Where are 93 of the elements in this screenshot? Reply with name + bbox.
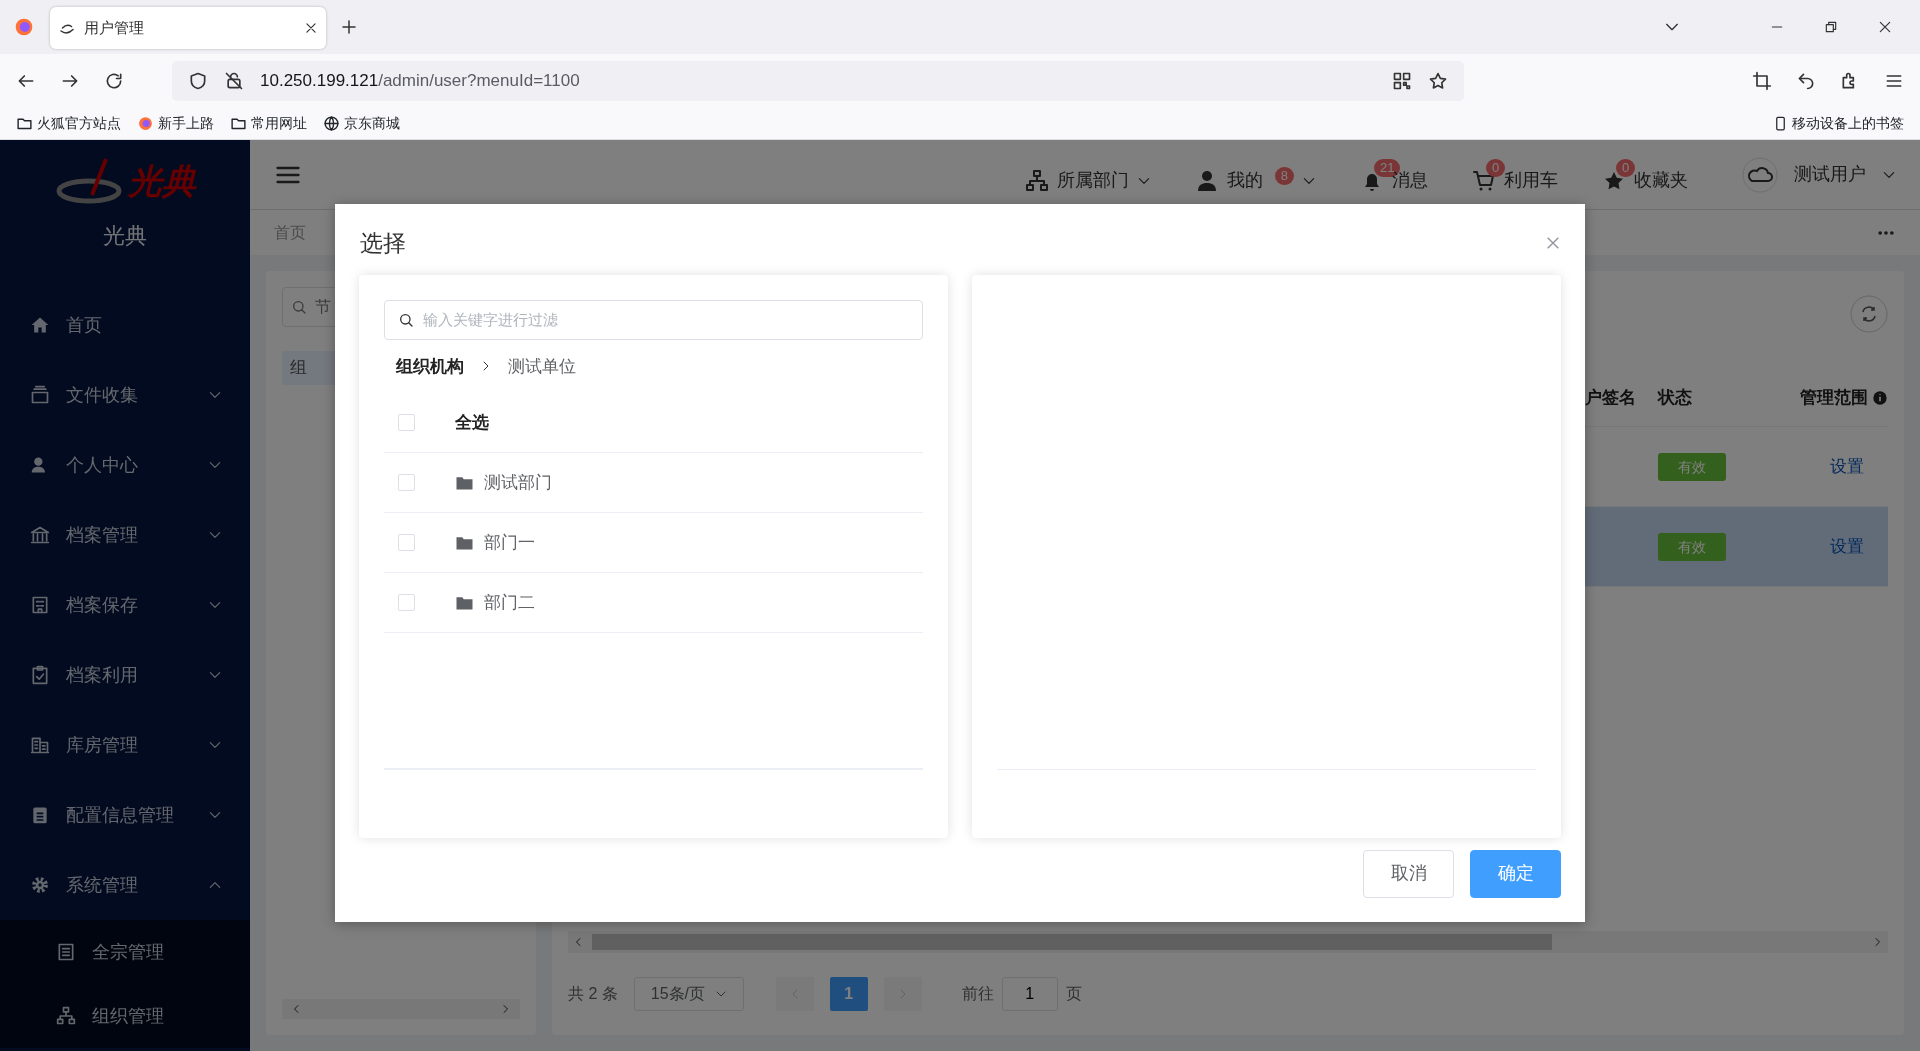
new-tab-icon[interactable]	[340, 18, 358, 36]
path-link[interactable]: 测试单位	[508, 353, 576, 379]
phone-icon	[1773, 115, 1788, 132]
logo-text: 光典	[128, 161, 196, 202]
close-icon[interactable]	[304, 21, 318, 35]
count-badge: 8	[1274, 167, 1294, 185]
scrollbar-thumb[interactable]	[592, 934, 1552, 950]
crop-icon[interactable]	[1752, 71, 1772, 91]
sidebar-item[interactable]: 个人中心	[0, 430, 250, 500]
undo-icon[interactable]	[1796, 71, 1816, 91]
dialog-title: 选择	[360, 229, 406, 258]
page-number-field[interactable]: 1	[1001, 977, 1058, 1011]
count-badge: 0	[1486, 158, 1506, 177]
status-tag: 有效	[1658, 452, 1726, 481]
sidebar-item[interactable]: 库房管理	[0, 710, 250, 780]
column-header: 管理范围	[1753, 384, 1888, 411]
count-badge: 0	[1616, 158, 1636, 177]
org-chart-icon	[56, 1006, 76, 1026]
info-icon	[1872, 389, 1888, 406]
shield-icon	[188, 71, 208, 91]
checkbox-label: 部门二	[484, 591, 535, 614]
checkbox-label: 部门一	[484, 531, 535, 554]
sidebar-item[interactable]: 文件收集	[0, 360, 250, 430]
settings-link[interactable]: 设置	[1830, 456, 1864, 476]
checkbox[interactable]	[398, 594, 415, 611]
cloud-avatar-icon	[1742, 156, 1778, 193]
folder-icon	[455, 534, 474, 551]
cancel-button[interactable]: 取消	[1363, 849, 1454, 898]
checkbox-label: 测试部门	[484, 471, 552, 494]
settings-link[interactable]: 设置	[1830, 536, 1864, 556]
browser-tab[interactable]: 用户管理	[50, 7, 326, 49]
status-tag: 有效	[1658, 532, 1726, 561]
inbox-tray-icon	[30, 385, 50, 405]
total-count: 共 2 条	[568, 984, 618, 1004]
folder-icon	[455, 474, 474, 491]
horizontal-scrollbar[interactable]	[568, 931, 1888, 953]
address-bar[interactable]: 10.250.199.121/admin/user?menuId=1100	[172, 61, 1464, 101]
browser-logo-icon	[137, 115, 154, 132]
bookmark-star-icon[interactable]	[1428, 71, 1448, 91]
restore-icon[interactable]	[1824, 20, 1838, 34]
header-menu-item[interactable]: 0 收藏夹	[1602, 155, 1692, 194]
brand-name: 光典	[103, 222, 147, 250]
user-menu[interactable]: 测试用户	[1742, 156, 1896, 193]
bookmark-link[interactable]: 新手上路	[137, 113, 214, 134]
sidebar-item[interactable]: 配置信息管理	[0, 780, 250, 850]
page-suffix: 页	[1065, 984, 1082, 1004]
header-menu-item[interactable]: 我的 8	[1194, 155, 1320, 194]
sidebar-item[interactable]: 系统管理	[0, 850, 250, 920]
column-header: 状态	[1658, 386, 1693, 409]
bookmark-link[interactable]: 京东商城	[323, 113, 400, 134]
sidebar-item[interactable]: 档案管理	[0, 500, 250, 570]
home-icon	[30, 315, 50, 335]
sidebar-item[interactable]: 档案利用	[0, 640, 250, 710]
goto-label: 前往	[961, 984, 994, 1004]
warehouse-icon	[30, 735, 50, 755]
globe-icon	[323, 115, 340, 132]
qr-code-icon[interactable]	[1392, 71, 1412, 91]
checkbox[interactable]	[398, 414, 415, 431]
page-size-select[interactable]: 15条/页	[633, 977, 744, 1011]
building-icon	[30, 595, 50, 615]
document-list-icon	[56, 942, 76, 962]
clipboard-icon	[30, 805, 50, 825]
folder-icon	[455, 594, 474, 611]
bookmark-link[interactable]: 火狐官方站点	[16, 113, 121, 134]
page-button[interactable]: 1	[829, 977, 868, 1011]
refresh-icon[interactable]	[1850, 295, 1888, 333]
column-header: 户签名	[1584, 386, 1637, 409]
horizontal-scrollbar[interactable]	[282, 999, 520, 1019]
bank-icon	[30, 525, 50, 545]
header-menu-item[interactable]: 所属部门	[1024, 155, 1155, 194]
browser-logo-icon[interactable]	[14, 17, 34, 37]
checkbox[interactable]	[398, 534, 415, 551]
search-icon	[291, 299, 307, 315]
header-menu-item[interactable]: 0 利用车	[1472, 155, 1562, 194]
sidebar-subitem[interactable]: 全宗管理	[0, 920, 250, 984]
search-icon	[398, 311, 414, 328]
clipboard-check-icon	[30, 665, 50, 685]
sidebar-subitem[interactable]: 组织管理	[0, 984, 250, 1048]
checkbox-label: 全选	[455, 411, 489, 434]
reload-icon[interactable]	[104, 71, 124, 91]
confirm-button[interactable]: 确定	[1470, 849, 1561, 898]
bookmark-link[interactable]: 移动设备上的书签	[1773, 113, 1904, 134]
bookmark-link[interactable]: 常用网址	[230, 113, 307, 134]
url-text: 10.250.199.121/admin/user?menuId=1100	[260, 70, 581, 93]
org-chart-icon	[1024, 168, 1049, 193]
checkbox[interactable]	[398, 474, 415, 491]
insecure-lock-icon	[224, 71, 244, 91]
sidebar-item[interactable]: 首页	[0, 290, 250, 360]
sidebar-item[interactable]: 档案保存	[0, 570, 250, 640]
close-icon[interactable]	[1878, 20, 1892, 34]
dialog-search-field[interactable]: 输入关键字进行过滤	[384, 299, 923, 340]
tab-title: 用户管理	[84, 17, 145, 38]
path-link[interactable]: 组织机构	[396, 353, 464, 379]
